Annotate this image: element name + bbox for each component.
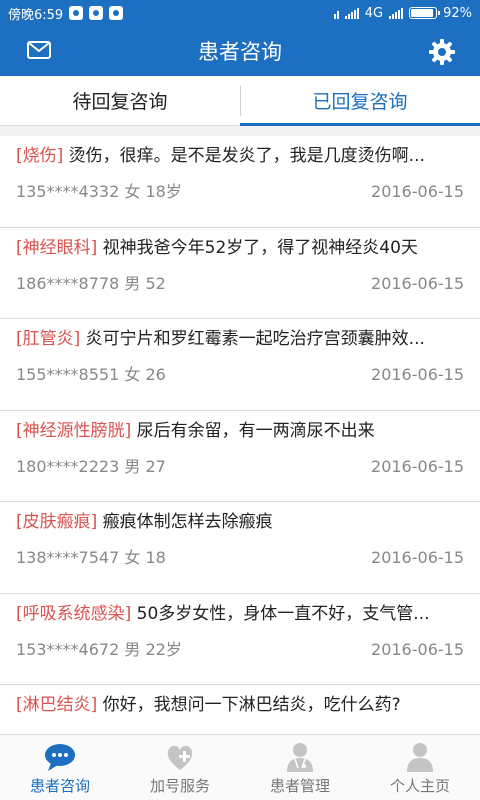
nav-label: 患者咨询 (29, 777, 90, 795)
consultation-list: [烧伤] 烫伤，很痒。是不是发炎了，我是几度烫伤啊... 135****4332… (0, 136, 480, 734)
question-text: 烫伤，很痒。是不是发炎了，我是几度烫伤啊... (68, 146, 425, 166)
consultation-meta: 186****8778 男 52 2016-06-15 (16, 272, 464, 296)
tab-bar: 待回复咨询 已回复咨询 (0, 76, 480, 126)
consultation-question: [烧伤] 烫伤，很痒。是不是发炎了，我是几度烫伤啊... (16, 144, 464, 168)
question-text: 炎可宁片和罗红霉素一起吃治疗宫颈囊肿效... (85, 329, 425, 349)
consultation-question: [呼吸系统感染] 50多岁女性，身体一直不好，支气管... (16, 602, 464, 626)
patient-phone: 138****7547 (16, 548, 120, 567)
list-item[interactable]: [呼吸系统感染] 50多岁女性，身体一直不好，支气管... 153****467… (0, 593, 480, 685)
consultation-question: [皮肤瘢痕] 瘢痕体制怎样去除瘢痕 (16, 510, 464, 534)
consultation-question: [神经眼科] 视神我爸今年52岁了，得了视神经炎40天 (16, 236, 464, 260)
app-header: 患者咨询 (0, 26, 480, 76)
consultation-date: 2016-06-15 (371, 456, 464, 476)
department-tag: [神经源性膀胱] (16, 420, 132, 441)
consultation-question: [肛管炎] 炎可宁片和罗红霉素一起吃治疗宫颈囊肿效... (16, 327, 464, 351)
consultation-date: 2016-06-15 (371, 273, 464, 293)
patient-info: 180****2223 男 27 (16, 455, 166, 479)
battery-icon (409, 7, 441, 19)
chat-bubble-icon (45, 744, 75, 771)
patient-gender: 男 (124, 273, 141, 293)
patient-gender: 女 (124, 548, 141, 567)
notification-cloud-icon (89, 6, 104, 20)
tab-replied[interactable]: 已回复咨询 (240, 76, 480, 126)
patient-info: 138****7547 女 18 (16, 546, 166, 570)
question-text: 尿后有余留，有一两滴尿不出来 (136, 420, 375, 441)
patient-gender: 男 (124, 639, 141, 659)
page-title: 患者咨询 (198, 40, 282, 64)
network-type: 4G (364, 5, 384, 21)
patient-age: 26 (145, 365, 166, 384)
department-tag: [呼吸系统感染] (16, 603, 132, 624)
question-text: 50多岁女性，身体一直不好，支气管... (136, 603, 430, 624)
patient-phone: 186****8778 (16, 273, 120, 293)
gear-icon[interactable] (428, 38, 456, 66)
patient-age: 22岁 (145, 639, 182, 659)
consultation-date: 2016-06-15 (371, 182, 464, 201)
patient-gender: 女 (124, 365, 141, 384)
signal-icon (344, 7, 359, 19)
department-tag: [神经眼科] (16, 237, 98, 258)
consultation-question: [神经源性膀胱] 尿后有余留，有一两滴尿不出来 (16, 419, 464, 443)
patient-phone: 155****8551 (16, 365, 120, 384)
patient-gender: 女 (124, 182, 141, 201)
notification-app-icon (69, 6, 84, 20)
nav-patient-manage[interactable]: 患者管理 (240, 735, 360, 800)
consultation-question: [淋巴结炎] 你好，我想问一下淋巴结炎，吃什么药? (16, 693, 464, 717)
patient-phone: 153****4672 (16, 639, 120, 659)
consultation-date: 2016-06-15 (371, 365, 464, 384)
patient-phone: 180****2223 (16, 456, 120, 476)
list-item[interactable]: [淋巴结炎] 你好，我想问一下淋巴结炎，吃什么药? (0, 685, 480, 734)
nav-patient-consult[interactable]: 患者咨询 (0, 735, 120, 800)
department-tag: [烧伤] (16, 146, 64, 166)
list-item[interactable]: [皮肤瘢痕] 瘢痕体制怎样去除瘢痕 138****7547 女 18 2016-… (0, 502, 480, 594)
doctor-icon (287, 743, 313, 772)
department-tag: [皮肤瘢痕] (16, 512, 98, 532)
nav-add-service[interactable]: 加号服务 (120, 735, 240, 800)
question-text: 瘢痕体制怎样去除瘢痕 (102, 512, 273, 532)
patient-info: 155****8551 女 26 (16, 363, 166, 387)
patient-phone: 135****4332 (16, 182, 120, 201)
tab-pending[interactable]: 待回复咨询 (0, 76, 240, 125)
list-item[interactable]: [神经源性膀胱] 尿后有余留，有一两滴尿不出来 180****2223 男 27… (0, 410, 480, 502)
consultation-date: 2016-06-15 (371, 639, 464, 659)
patient-age: 27 (145, 456, 166, 476)
notification-message-icon (109, 6, 124, 20)
patient-info: 186****8778 男 52 (16, 272, 166, 296)
department-tag: [淋巴结炎] (16, 695, 98, 715)
patient-gender: 男 (124, 456, 141, 476)
nav-label: 患者管理 (269, 777, 330, 795)
status-bar: 傍晚6:59 4G 92% (0, 0, 480, 26)
person-icon (407, 743, 433, 772)
nav-label: 加号服务 (149, 777, 210, 795)
mail-icon[interactable] (27, 41, 51, 59)
question-text: 你好，我想问一下淋巴结炎，吃什么药? (102, 695, 401, 715)
patient-age: 52 (145, 273, 166, 293)
list-item[interactable]: [肛管炎] 炎可宁片和罗红霉素一起吃治疗宫颈囊肿效... 155****8551… (0, 319, 480, 411)
battery-percent: 92% (443, 5, 472, 21)
nav-label: 个人主页 (389, 777, 450, 795)
nav-personal-home[interactable]: 个人主页 (360, 735, 480, 800)
patient-info: 153****4672 男 22岁 (16, 638, 182, 662)
question-text: 视神我爸今年52岁了，得了视神经炎40天 (102, 237, 418, 258)
consultation-meta: 155****8551 女 26 2016-06-15 (16, 363, 464, 387)
patient-age: 18 (145, 548, 166, 567)
patient-age: 18岁 (145, 182, 182, 201)
status-time: 傍晚6:59 (8, 7, 64, 23)
patient-info: 135****4332 女 18岁 (16, 180, 182, 204)
consultation-meta: 135****4332 女 18岁 2016-06-15 (16, 180, 464, 204)
list-item[interactable]: [神经眼科] 视神我爸今年52岁了，得了视神经炎40天 186****8778 … (0, 227, 480, 319)
list-item[interactable]: [烧伤] 烫伤，很痒。是不是发炎了，我是几度烫伤啊... 135****4332… (0, 136, 480, 228)
consultation-meta: 138****7547 女 18 2016-06-15 (16, 546, 464, 570)
bottom-nav: 患者咨询 加号服务 患者管理 个人主页 (0, 734, 480, 800)
data-arrows-icon (333, 8, 339, 19)
consultation-meta: 180****2223 男 27 2016-06-15 (16, 455, 464, 479)
consultation-meta: 153****4672 男 22岁 2016-06-15 (16, 638, 464, 662)
department-tag: [肛管炎] (16, 329, 81, 349)
consultation-date: 2016-06-15 (371, 548, 464, 567)
signal-icon-2 (389, 7, 404, 19)
heart-plus-icon (167, 745, 193, 770)
